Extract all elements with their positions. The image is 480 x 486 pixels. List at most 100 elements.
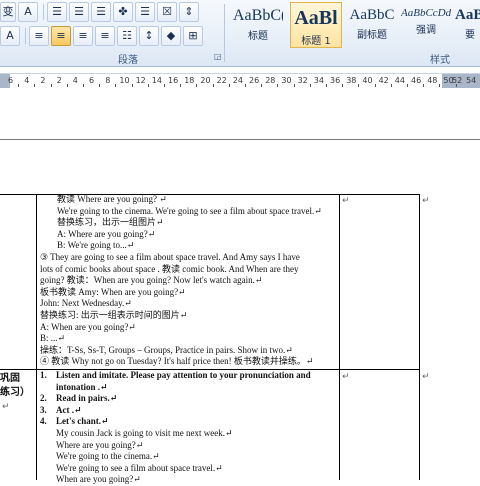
- style-tile-subtitle[interactable]: AaBbC 副标题: [346, 2, 398, 48]
- table-cell-upper[interactable]: 教读 Where are you going? ↵ We're going to…: [40, 194, 338, 368]
- cell-end-mark: ↵: [342, 196, 350, 206]
- ruler-tick: [163, 84, 165, 87]
- ruler-tick: [406, 84, 408, 87]
- increase-indent-button[interactable]: ☒: [157, 2, 177, 22]
- toolbar-separator: [25, 28, 26, 44]
- ruler-number: 22: [216, 76, 227, 85]
- text-line: B: We're going to...↵: [57, 240, 135, 251]
- shading-button[interactable]: ◆: [161, 26, 181, 46]
- ruler-number: 54: [466, 76, 477, 85]
- ruler-number: 32: [297, 76, 308, 85]
- section-label: 巩固: [0, 373, 20, 384]
- list-item: 4. Let's chant.↵: [40, 416, 109, 427]
- text-line: 操练：T-Ss, Ss-T, Groups – Groups, Practice…: [40, 344, 293, 355]
- ruler-number: 6: [8, 76, 14, 85]
- numbering-button[interactable]: ☰: [69, 2, 89, 22]
- style-tile-heading-1[interactable]: AaBl 标题 1: [290, 2, 342, 48]
- cell-end-mark: ↵: [342, 372, 350, 382]
- align-right-button[interactable]: ≡: [73, 26, 93, 46]
- toolbar-row-1: 变 A ☰ ☰ ☰ ✤ ☰ ☒ ⇕: [0, 2, 201, 22]
- text-line: ③ They are going to see a film about spa…: [40, 251, 300, 262]
- style-tile-title[interactable]: AaBbC( 标题: [232, 2, 284, 48]
- row-end-mark: ↵: [422, 196, 430, 206]
- multilevel-list-button[interactable]: ☰: [91, 2, 111, 22]
- ruler-number: 38: [346, 76, 357, 85]
- char-border-button[interactable]: A: [18, 2, 38, 22]
- text-line: going? 教读：When are you going? Now let's …: [40, 275, 263, 286]
- bullets-button[interactable]: ☰: [47, 2, 67, 22]
- table-cell-lower[interactable]: 1. Listen and imitate. Please pay attenti…: [40, 370, 338, 486]
- ruler-tick: [439, 84, 441, 87]
- horizontal-ruler[interactable]: 6 4 2 2 4 6 8 10 12 14 16 18 20 22 24 26 28 30 32 34 36 38 40 4…: [0, 73, 480, 89]
- ruler-number: 28: [265, 76, 276, 85]
- text-line: ④ 教读 Why not go on Tuesday? It's half pr…: [40, 356, 314, 367]
- ruler-number: 52: [452, 76, 463, 85]
- ruler-tick: [244, 84, 246, 87]
- ruler-tick: [390, 84, 392, 87]
- ruler-tick: [358, 84, 360, 87]
- paragraph-group-label: 段落: [118, 55, 138, 66]
- chinese-layout-button[interactable]: ✤: [113, 2, 133, 22]
- char-shading-button[interactable]: A: [0, 26, 20, 46]
- style-tile-strong[interactable]: AaBb 要: [454, 2, 480, 48]
- ruler-number: 34: [313, 76, 324, 85]
- align-center-button[interactable]: ≡: [51, 26, 71, 46]
- table-column-line: [339, 194, 340, 480]
- ruler-tick: [196, 84, 198, 87]
- ruler-tick: [309, 84, 311, 87]
- decrease-indent-button[interactable]: ☰: [135, 2, 155, 22]
- list-item: 1. Listen and imitate. Please pay attenti…: [40, 370, 311, 380]
- ruler-tick: [99, 84, 101, 87]
- list-item: 3. Act .↵: [40, 404, 82, 415]
- toolbar-separator: [43, 4, 44, 20]
- paragraph-dialog-launcher-icon[interactable]: ◲: [214, 52, 222, 61]
- distributed-button[interactable]: ☷: [117, 26, 137, 46]
- ruler-number: 44: [394, 76, 405, 85]
- document-page: [0, 140, 480, 194]
- text-line: A: Where are you going?↵: [57, 228, 156, 239]
- ruler-number: 16: [168, 76, 179, 85]
- style-tile-emphasis[interactable]: AaBbCcDd 强调: [400, 2, 452, 48]
- borders-button[interactable]: ⊞: [183, 26, 203, 46]
- ruler-tick: [180, 84, 182, 87]
- ruler-number: 48: [427, 76, 438, 85]
- sort-button[interactable]: ⇕: [179, 2, 199, 22]
- ruler-tick: [325, 84, 327, 87]
- text-line: We're going to the cinema. We're going t…: [57, 205, 322, 216]
- line-spacing-button[interactable]: ↕: [139, 26, 159, 46]
- list-item: Where are you going?↵: [56, 439, 144, 450]
- ruler-number: 24: [232, 76, 243, 85]
- text-line: 替换练习: 出示一组表示时间的图片↵: [40, 309, 188, 320]
- ruler-number: 8: [105, 76, 111, 85]
- list-item: We're going to see a film about space tr…: [56, 462, 223, 473]
- ruler-tick: [277, 84, 279, 87]
- ruler-number: 40: [362, 76, 373, 85]
- ruler-number: 18: [184, 76, 195, 85]
- list-item: My cousin Jack is going to visit me next…: [56, 427, 233, 438]
- list-item: When are you going?↵: [56, 474, 141, 485]
- ruler-tick: [293, 84, 295, 87]
- align-left-button[interactable]: ≡: [29, 26, 49, 46]
- ruler-number: 6: [89, 76, 95, 85]
- ruler-tick: [50, 84, 52, 87]
- ruler-tick: [374, 84, 376, 87]
- text-line: A: When are you going?↵: [40, 321, 136, 332]
- ruler-tick: [212, 84, 214, 87]
- ruler-number: 2: [40, 76, 46, 85]
- justify-button[interactable]: ≡: [95, 26, 115, 46]
- text-line: lots of comic books about space . 教读 com…: [40, 263, 299, 274]
- change-case-button[interactable]: 变: [0, 2, 16, 22]
- row-end-mark: ↵: [422, 372, 430, 382]
- ruler-tick: [66, 84, 68, 87]
- ruler-number: 26: [249, 76, 260, 85]
- ruler-number: 4: [24, 76, 30, 85]
- table-column-line: [36, 194, 37, 480]
- text-line: 板书教读 Amy: When are you going?↵: [40, 286, 186, 297]
- ruler-number: 2: [56, 76, 62, 85]
- ruler-number: 10: [119, 76, 130, 85]
- ruler-number: 12: [135, 76, 146, 85]
- ruler-tick: [18, 84, 20, 87]
- text-line: John: Next Wednesday.↵: [40, 298, 132, 309]
- ruler-tick: [228, 84, 230, 87]
- ruler-number: 46: [411, 76, 422, 85]
